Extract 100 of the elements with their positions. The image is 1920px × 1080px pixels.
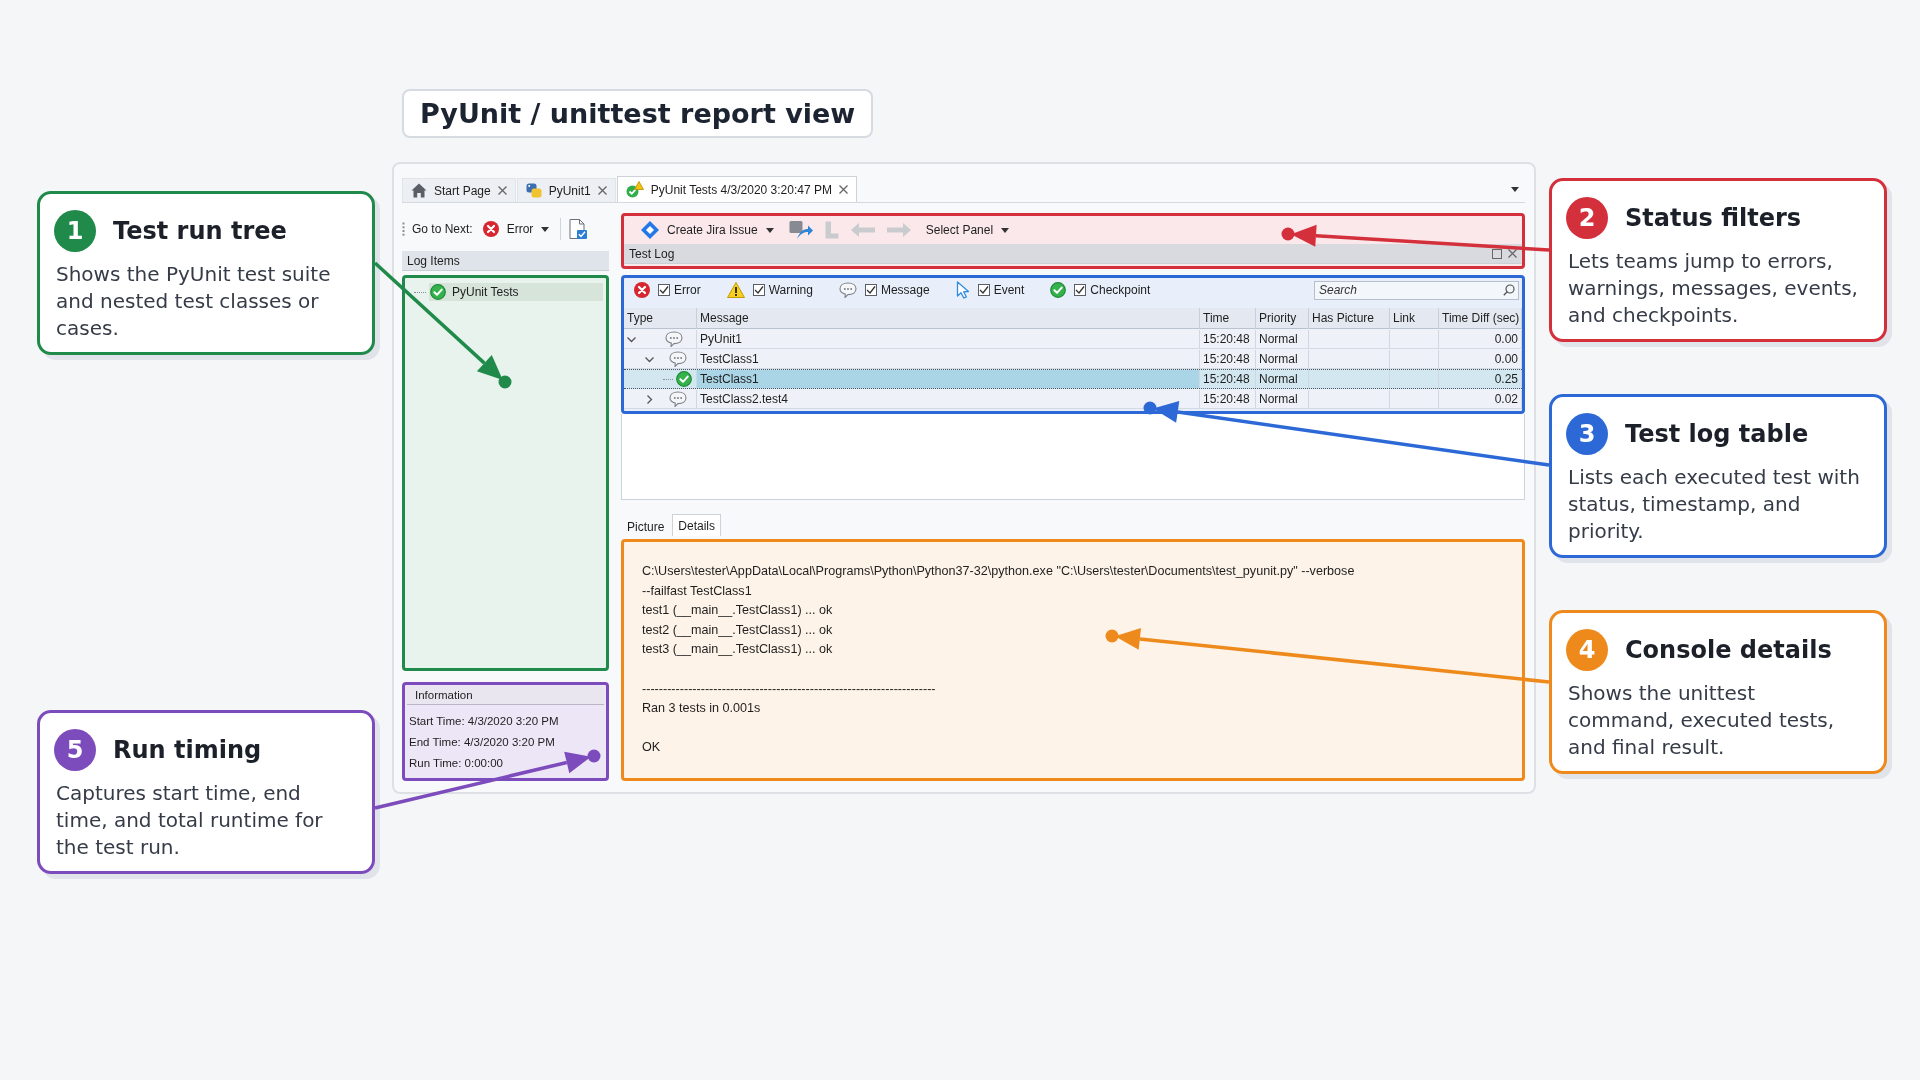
- cursor-icon: [955, 281, 970, 299]
- tab[interactable]: Start Page: [402, 178, 516, 202]
- panel-header: Log Items: [402, 251, 609, 271]
- filter-dropdown[interactable]: Error: [479, 219, 553, 239]
- caret-icon: [541, 226, 550, 232]
- table-cell: 0.25: [1439, 370, 1522, 388]
- chevron-icon[interactable]: [627, 334, 636, 344]
- error-icon: [482, 221, 499, 237]
- speech-bubble-icon: [665, 331, 683, 347]
- caret-icon: [765, 227, 774, 233]
- checkbox[interactable]: [864, 284, 877, 296]
- console-line: OK: [642, 739, 662, 757]
- diamond-icon: [641, 221, 659, 239]
- table-cell: 0.00: [1439, 330, 1522, 348]
- column-header[interactable]: Time: [1200, 308, 1256, 329]
- callout-title: Run timing: [113, 736, 262, 764]
- tab[interactable]: PyUnit1: [516, 178, 616, 202]
- column-header[interactable]: Message: [697, 308, 1200, 329]
- callout-text: Shows the unittest command, executed tests, and final result.: [1568, 680, 1836, 761]
- logo-icon: [525, 183, 542, 198]
- callout-title: Status filters: [1625, 204, 1802, 232]
- warning-icon: [726, 282, 745, 298]
- search-field[interactable]: Search: [1314, 280, 1519, 300]
- tree-item[interactable]: PyUnit Tests: [429, 283, 603, 301]
- check-icon: [676, 371, 692, 387]
- search-icon: [1503, 283, 1515, 296]
- speech-bubble-icon: [838, 282, 857, 298]
- info-line: Start Time: 4/3/2020 3:20 PM: [409, 714, 560, 729]
- table-row[interactable]: TestClass1 15:20:48 Normal 0.25: [624, 369, 1522, 389]
- table-cell: 0.00: [1439, 350, 1522, 368]
- filter-checkbox[interactable]: Checkpoint: [1074, 283, 1151, 297]
- column-header[interactable]: Type: [624, 308, 697, 329]
- caret-icon[interactable]: [1511, 186, 1519, 192]
- table-cell: Normal: [1256, 330, 1309, 348]
- number-badge: 2: [1566, 197, 1608, 239]
- grip-icon: [402, 222, 405, 236]
- callout-text: Lists each executed test with status, timestamp, and priority.: [1568, 464, 1861, 545]
- console-line: test1 (__main__.TestClass1) ... ok: [642, 602, 834, 620]
- table-cell: 15:20:48: [1200, 330, 1256, 348]
- tab[interactable]: PyUnit Tests 4/3/2020 3:20:47 PM: [616, 176, 857, 202]
- table-cell: 15:20:48: [1200, 390, 1256, 408]
- checkbox[interactable]: [977, 284, 990, 296]
- caret-icon: [1001, 227, 1010, 233]
- chevron-icon[interactable]: [645, 354, 654, 364]
- select-panel-button[interactable]: Select Panel: [922, 221, 1013, 239]
- create-issue-button[interactable]: Create Jira Issue: [638, 219, 777, 241]
- info-line: Run Time: 0:00:00: [409, 756, 504, 771]
- checkbox[interactable]: [658, 284, 670, 296]
- filter-checkbox[interactable]: Warning: [752, 283, 813, 297]
- page-title: PyUnit / unittest report view: [402, 89, 874, 138]
- table-cell: Normal: [1256, 370, 1309, 388]
- tab[interactable]: Details: [672, 514, 722, 536]
- table-cell: Normal: [1256, 350, 1309, 368]
- number-badge: 3: [1566, 413, 1608, 455]
- close-icon[interactable]: [838, 185, 848, 194]
- close-icon[interactable]: [1508, 249, 1517, 258]
- tab[interactable]: Picture: [621, 517, 671, 536]
- callout-title: Test run tree: [113, 217, 287, 245]
- console-line: test2 (__main__.TestClass1) ... ok: [642, 621, 834, 639]
- checkbox[interactable]: [752, 284, 765, 296]
- filter-checkbox[interactable]: Error: [658, 283, 701, 297]
- document-icon[interactable]: [569, 219, 588, 239]
- table-cell: 15:20:48: [1200, 370, 1256, 388]
- info-line: End Time: 4/3/2020 3:20 PM: [409, 735, 556, 750]
- chevron-icon[interactable]: [645, 394, 654, 404]
- callout-text: Shows the PyUnit test suite and nested test classes or cases.: [56, 261, 332, 342]
- console-line: test3 (__main__.TestClass1) ... ok: [642, 641, 834, 659]
- maximize-icon[interactable]: [1492, 248, 1502, 259]
- toolbar-label: Go to Next:: [412, 222, 473, 236]
- table-row[interactable]: TestClass1 15:20:48 Normal 0.00: [624, 349, 1522, 369]
- panel-title: Test Log: [629, 246, 675, 261]
- console-line: --failfast TestClass1: [642, 582, 753, 600]
- transfer-icon[interactable]: [788, 220, 813, 240]
- check-icon: [1050, 282, 1067, 298]
- column-header[interactable]: Link: [1390, 308, 1439, 329]
- checkbox[interactable]: [1074, 284, 1087, 296]
- column-header[interactable]: Priority: [1256, 308, 1309, 329]
- check-icon: [430, 284, 446, 300]
- filter-checkbox[interactable]: Message: [864, 283, 930, 297]
- home-icon: [411, 183, 427, 198]
- table-cell: 15:20:48: [1200, 350, 1256, 368]
- column-header[interactable]: Has Picture: [1309, 308, 1390, 329]
- filter-checkbox[interactable]: Event: [977, 283, 1025, 297]
- console-line: Ran 3 tests in 0.001s: [642, 700, 762, 718]
- close-icon[interactable]: [497, 186, 507, 195]
- table-row[interactable]: TestClass2.test4 15:20:48 Normal 0.02: [624, 389, 1522, 409]
- number-badge: 1: [54, 210, 96, 252]
- close-icon[interactable]: [597, 186, 607, 195]
- table-cell: PyUnit1: [697, 330, 1200, 348]
- callout-title: Test log table: [1625, 420, 1809, 448]
- table-cell: TestClass1: [697, 370, 1200, 388]
- table-cell: TestClass1: [697, 350, 1200, 368]
- callout-title: Console details: [1625, 636, 1832, 664]
- console-line: C:\Users\tester\AppData\Local\Programs\Python\Python37-32\python.exe "C:\Users\tester\Documents\test_pyunit.py" --verbose: [642, 563, 1356, 580]
- table-row[interactable]: PyUnit1 15:20:48 Normal 0.00: [624, 329, 1522, 349]
- column-header[interactable]: Time Diff (sec): [1439, 308, 1522, 329]
- callout-text: Lets teams jump to errors, warnings, messages, events, and checkpoints.: [1568, 248, 1859, 329]
- console-line: ----------------------------------------------------------------------: [642, 680, 937, 698]
- panel-header: Information: [407, 686, 604, 705]
- number-badge: 5: [54, 729, 96, 771]
